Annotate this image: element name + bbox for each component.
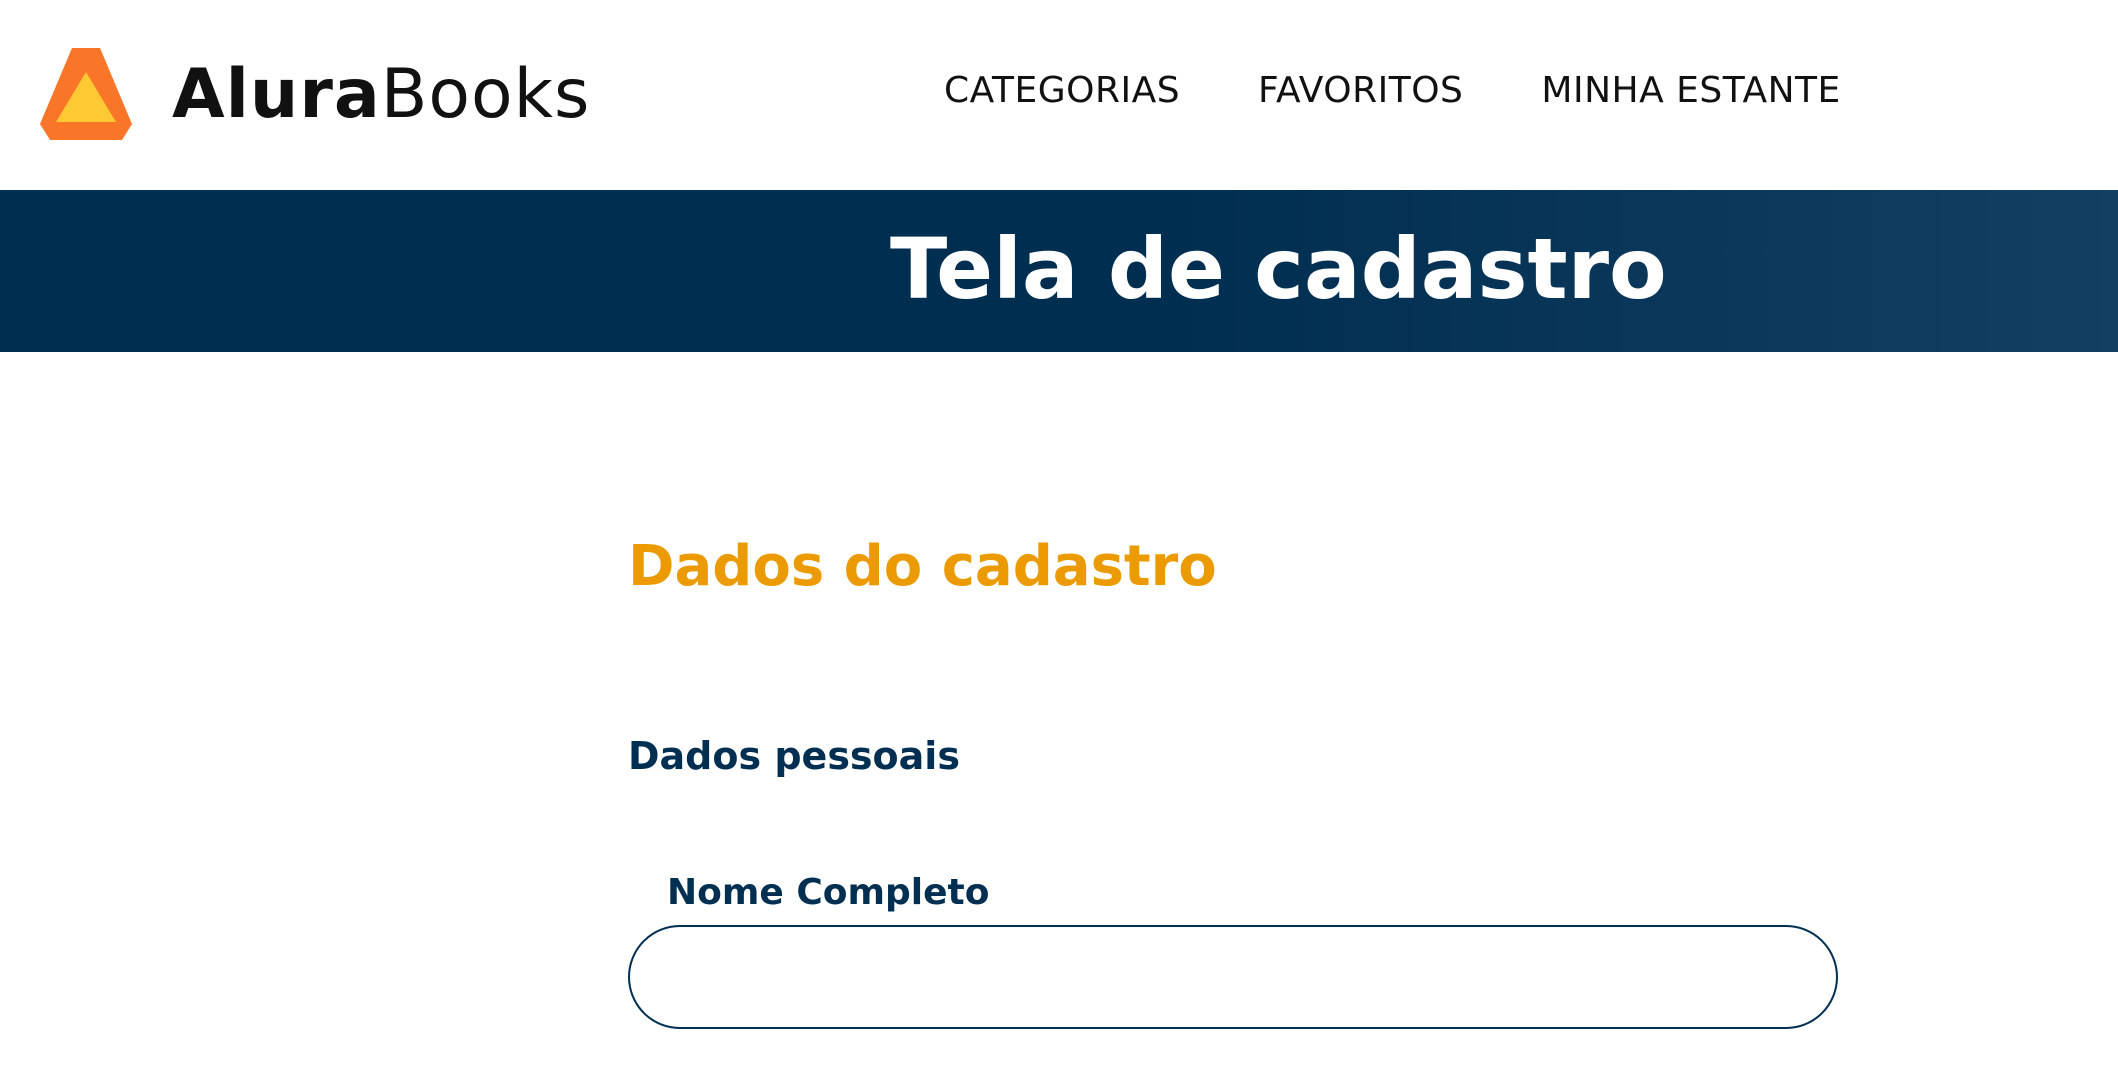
page-banner: Tela de cadastro [0, 190, 2118, 352]
full-name-label: Nome Completo [667, 872, 990, 913]
logo-link[interactable]: AluraBooks [36, 44, 590, 144]
full-name-input[interactable] [628, 925, 1838, 1029]
nav-favoritos[interactable]: FAVORITOS [1258, 70, 1463, 111]
page: AluraBooks CATEGORIAS FAVORITOS MINHA ES… [0, 0, 2118, 1076]
triangle-logo-icon [40, 48, 132, 140]
nav-categorias[interactable]: CATEGORIAS [944, 70, 1180, 111]
nav-minha-estante[interactable]: MINHA ESTANTE [1541, 70, 1840, 111]
brand-name: AluraBooks [172, 55, 590, 134]
brand-name-part1: Alura [172, 54, 381, 134]
section-title-personal-data: Dados pessoais [628, 734, 960, 778]
main-nav: CATEGORIAS FAVORITOS MINHA ESTANTE [944, 70, 1841, 111]
brand-name-part2: Books [380, 54, 591, 134]
page-title: Tela de cadastro [890, 220, 1667, 318]
form-title: Dados do cadastro [628, 534, 1217, 599]
site-header: AluraBooks CATEGORIAS FAVORITOS MINHA ES… [0, 0, 2118, 190]
